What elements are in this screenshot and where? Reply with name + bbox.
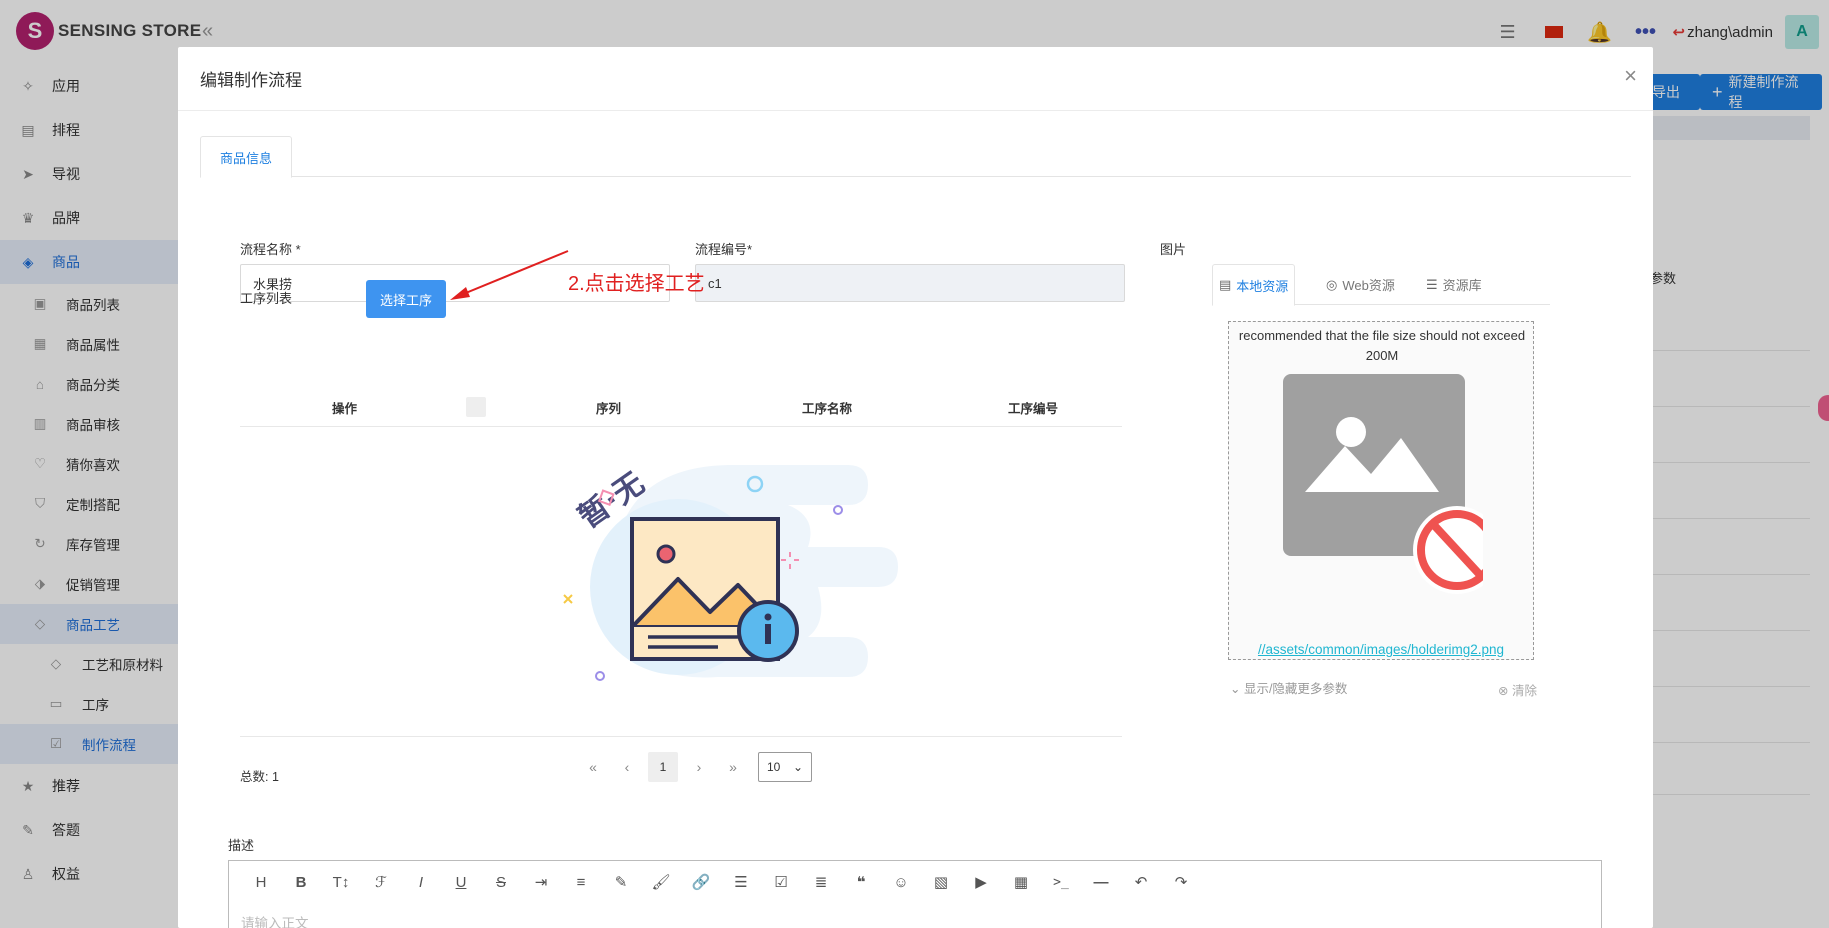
clear-label: 清除 [1511,684,1537,698]
editor-placeholder[interactable]: 请输入正文 [241,912,309,928]
close-icon[interactable]: × [1624,65,1637,87]
quote-icon[interactable]: ❝ [841,873,881,891]
font-size-icon[interactable]: T↕ [321,874,361,891]
code-icon[interactable]: >_ [1041,875,1081,890]
next-page-icon[interactable]: › [682,752,716,782]
redo-icon[interactable]: ↷ [1161,873,1201,891]
tab-resource-library[interactable]: ☰ 资源库 [1420,264,1488,305]
todo-icon[interactable]: ☑ [761,873,801,891]
tab-product-info[interactable]: 商品信息 [200,136,292,178]
tab-label: Web资源 [1342,278,1395,293]
undo-icon[interactable]: ↶ [1121,873,1161,891]
select-process-button[interactable]: 选择工序 [366,280,446,318]
align-icon[interactable]: ≣ [801,873,841,891]
current-page[interactable]: 1 [648,752,678,782]
clear-icon: ⊗ [1498,684,1512,698]
text-color-icon[interactable]: ✎ [601,873,641,891]
table-icon[interactable]: ▦ [1001,873,1041,891]
process-table-header: 操作 序列 工序名称 工序编号 [240,385,1122,427]
image-path-link[interactable]: //assets/common/images/holderimg2.png [1229,642,1533,657]
last-page-icon[interactable]: » [716,752,750,782]
pagination: « ‹ 1 › » 10 ⌄ [576,752,812,782]
divider-icon[interactable]: — [1081,874,1121,891]
column-header-process-name: 工序名称 [802,402,853,416]
flow-name-label: 流程名称 * [240,242,301,257]
flow-code-input[interactable]: c1 [695,264,1125,302]
folder-icon: ▤ [1219,277,1232,292]
prev-page-icon[interactable]: ‹ [610,752,644,782]
annotation-arrow [450,250,569,300]
flow-code-label: 流程编号* [695,242,753,257]
first-page-icon[interactable]: « [576,752,610,782]
modal-header: 编辑制作流程 [178,47,1653,111]
modal-title: 编辑制作流程 [200,71,302,90]
upload-hint: recommended that the file size should no… [1238,328,1526,363]
column-header-sequence: 序列 [596,402,622,416]
description-label: 描述 [228,838,255,853]
tab-local-resource[interactable]: ▤ 本地资源 [1212,264,1296,306]
page-size-value: 10 [767,760,781,774]
bold-icon[interactable]: B [281,874,321,891]
indent-icon[interactable]: ⇥ [521,873,561,891]
video-icon[interactable]: ▶ [961,873,1001,891]
image-icon[interactable]: ▧ [921,873,961,891]
edit-flow-modal: 编辑制作流程 × 商品信息 流程名称 * 水果捞 流程编号* c1 工序列表 选… [178,47,1653,928]
bullet-list-icon[interactable]: ☰ [721,873,761,891]
editor-toolbar: H B T↕ ℱ I U S ⇥ ≡ ✎ 🖌 🔗 ☰ ☑ ≣ ❝ ☺ ▧ ▶ ▦… [229,861,1601,903]
image-upload-area[interactable]: recommended that the file size should no… [1228,321,1534,660]
tab-label: 本地资源 [1236,278,1289,294]
background-color-icon[interactable]: 🖌 [641,873,681,891]
line-height-icon[interactable]: ≡ [561,874,601,891]
strikethrough-icon[interactable]: S [481,874,521,891]
empty-state-illustration: 暂·无 [563,465,898,681]
image-source-tabs: ▤ 本地资源 ◎ Web资源 ☰ 资源库 [1212,264,1550,306]
globe-icon: ◎ [1326,276,1338,292]
rich-text-editor: H B T↕ ℱ I U S ⇥ ≡ ✎ 🖌 🔗 ☰ ☑ ≣ ❝ ☺ ▧ ▶ ▦… [228,860,1602,928]
process-list-label: 工序列表 [240,291,293,306]
page-size-select[interactable]: 10 ⌄ [758,752,812,782]
column-header-process-code: 工序编号 [1008,402,1059,416]
toggle-more-params[interactable]: ⌄ 显示/隐藏更多参数 [1230,678,1347,697]
total-count: 总数: 1 [240,770,279,784]
column-header-action: 操作 [332,402,358,416]
select-all-checkbox[interactable] [466,397,486,417]
database-icon: ☰ [1426,276,1438,292]
flow-code-value: c1 [708,275,722,291]
font-family-icon[interactable]: ℱ [361,873,401,891]
placeholder-image-icon [1283,374,1483,594]
table-bottom-divider [240,736,1122,737]
tab-web-resource[interactable]: ◎ Web资源 [1320,264,1401,305]
italic-icon[interactable]: I [401,874,441,891]
emoji-icon[interactable]: ☺ [881,874,921,891]
underline-icon[interactable]: U [441,874,481,891]
modal-tabs: 商品信息 [200,136,1631,178]
annotation-text: 2.点击选择工艺 [568,273,705,295]
tab-label: 资源库 [1442,278,1482,293]
clear-image-button[interactable]: ⊗ 清除 [1498,680,1537,699]
chevron-down-icon: ⌄ [1230,682,1244,696]
image-label: 图片 [1160,242,1187,257]
heading-icon[interactable]: H [241,874,281,891]
chevron-down-icon: ⌄ [792,760,803,774]
toggle-params-label: 显示/隐藏更多参数 [1243,682,1348,696]
link-icon[interactable]: 🔗 [681,873,721,891]
